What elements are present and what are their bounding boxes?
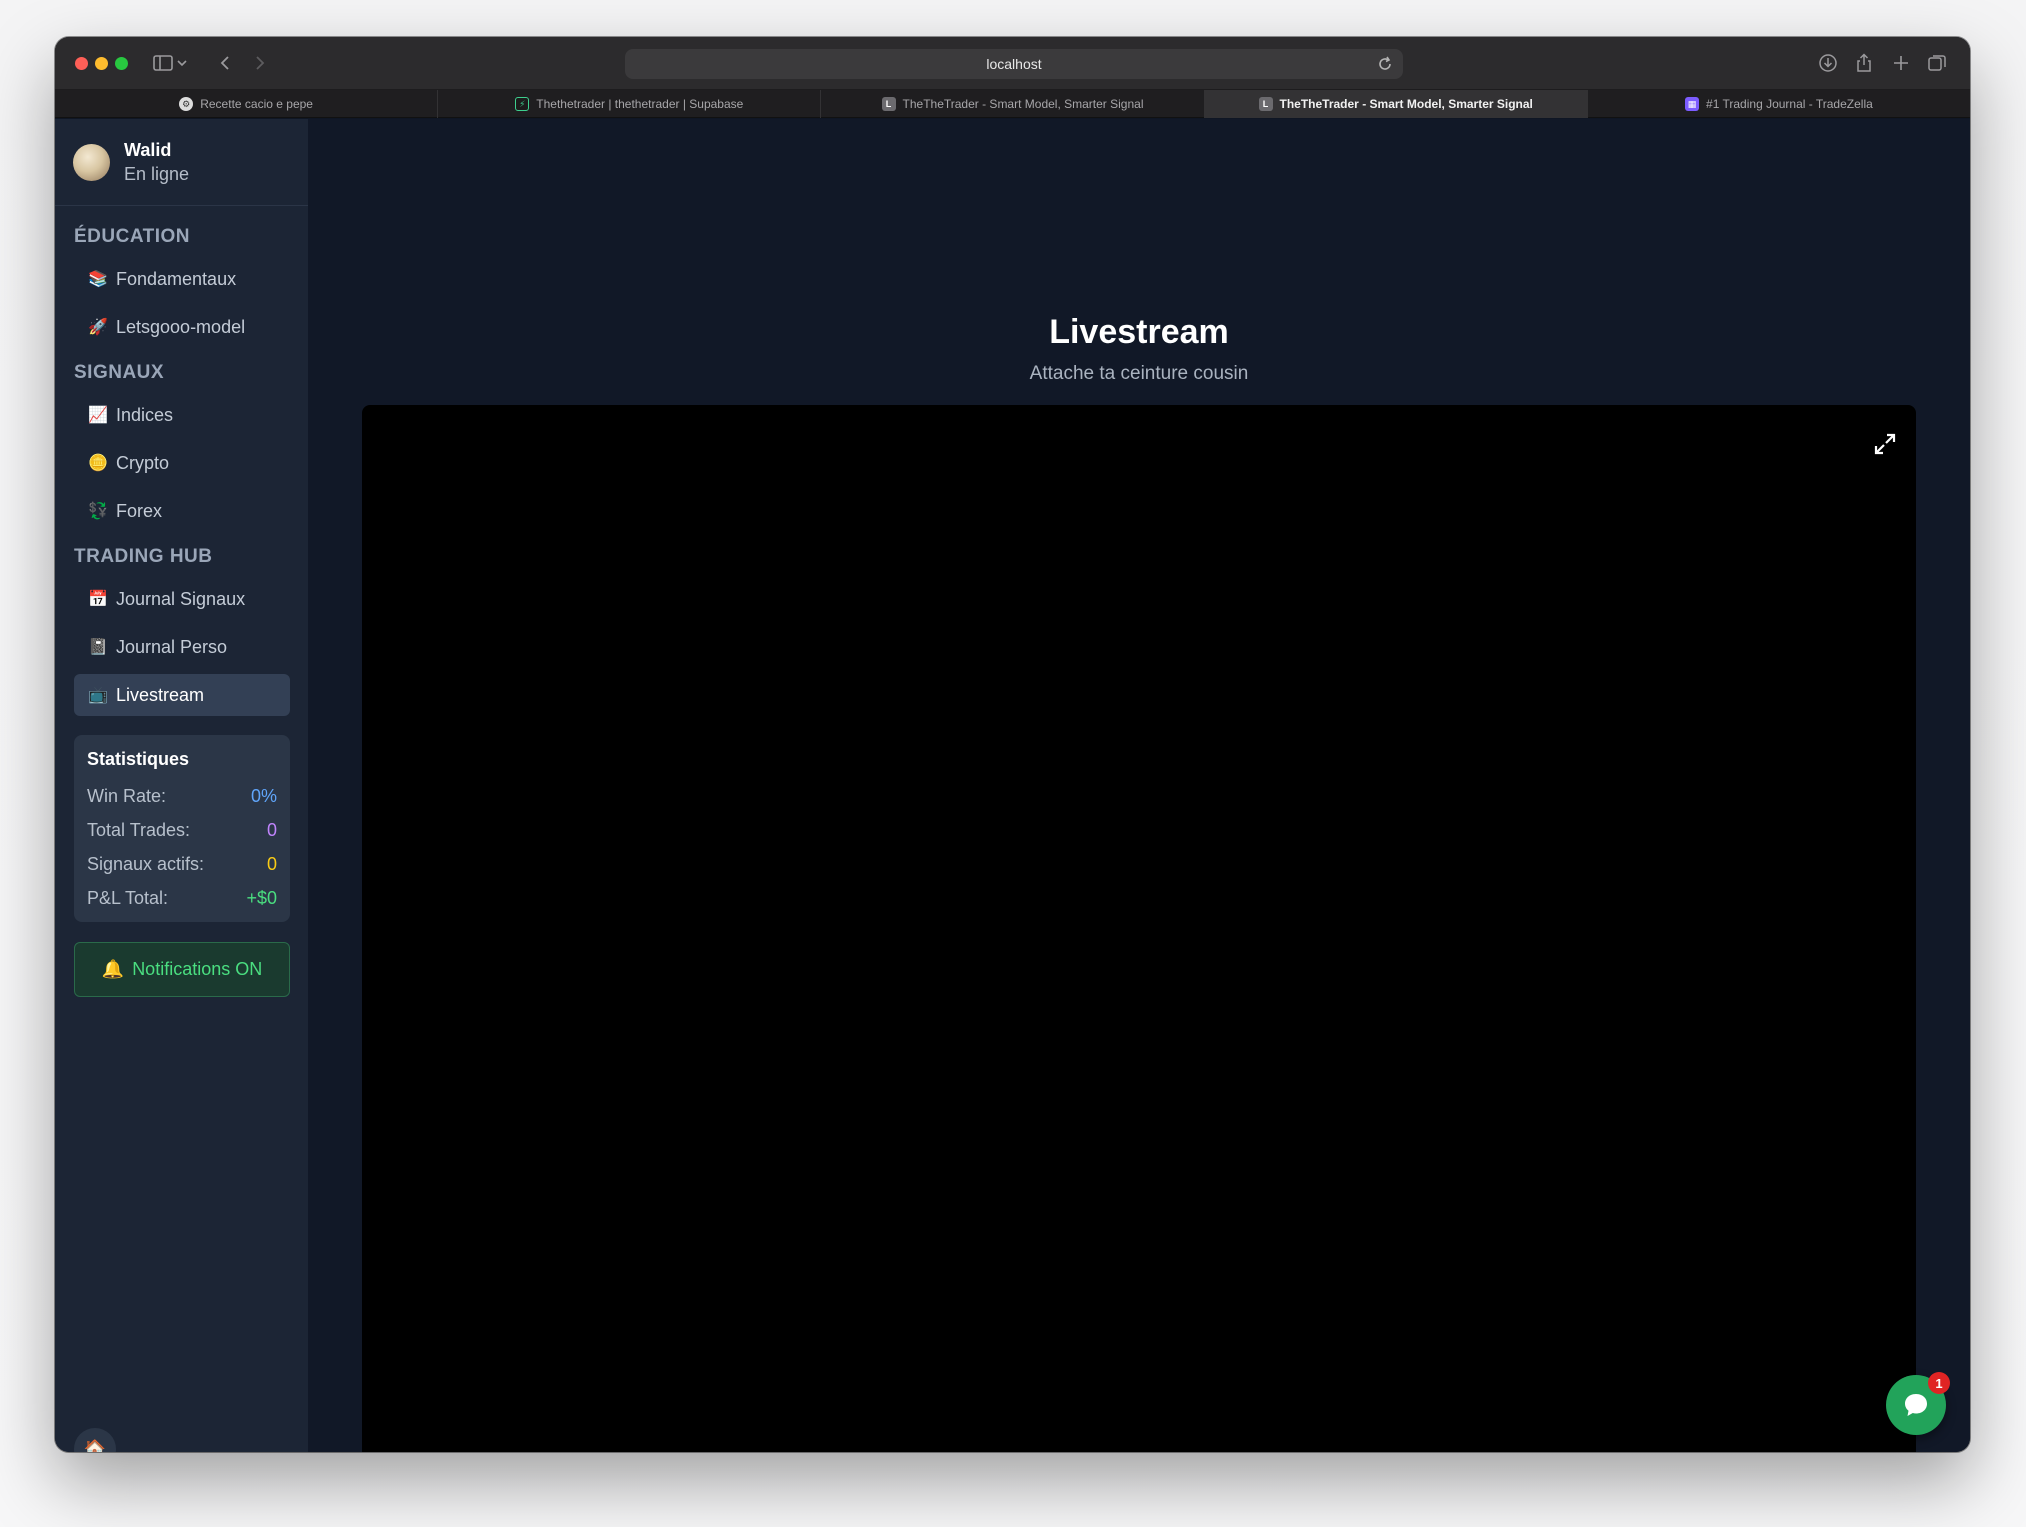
tab-label: #1 Trading Journal - TradeZella	[1706, 97, 1873, 111]
stat-label: P&L Total:	[87, 887, 169, 908]
coin-icon: 🪙	[88, 455, 108, 472]
sidebar-item-label: Indices	[116, 404, 174, 425]
letter-l-icon: L	[881, 97, 896, 111]
download-icon[interactable]	[1816, 51, 1840, 75]
forward-icon[interactable]	[248, 51, 272, 75]
tab-thethetrader[interactable]: L TheTheTrader - Smart Model, Smarter Si…	[821, 90, 1205, 118]
main-content: Livestream Attache ta ceinture cousin	[308, 119, 1970, 1452]
rocket-icon: 🚀	[88, 319, 108, 336]
home-button[interactable]: 🏠	[74, 1428, 116, 1452]
profile-status: En ligne	[124, 163, 190, 184]
share-icon[interactable]	[1852, 51, 1876, 75]
tab-tradezella[interactable]: ▦ #1 Trading Journal - TradeZella	[1588, 90, 1970, 118]
fullscreen-icon[interactable]	[1874, 433, 1896, 455]
calendar-icon: 📅	[88, 591, 108, 608]
sidebar-item-crypto[interactable]: 🪙 Crypto	[74, 442, 290, 484]
browser-titlebar: localhost	[55, 37, 1970, 90]
sidebar-item-journal-signaux[interactable]: 📅 Journal Signaux	[74, 578, 290, 620]
home-icon: 🏠	[83, 1438, 107, 1453]
sidebar-item-indices[interactable]: 📈 Indices	[74, 394, 290, 436]
stat-row-total-trades: Total Trades: 0	[87, 813, 277, 847]
address-bar[interactable]: localhost	[625, 49, 1403, 79]
sidebar-item-journal-perso[interactable]: 📓 Journal Perso	[74, 626, 290, 668]
chat-bubble-icon	[1905, 1394, 1927, 1416]
sidebar-item-label: Journal Signaux	[116, 588, 246, 609]
sidebar-item-fondamentaux[interactable]: 📚 Fondamentaux	[74, 258, 290, 300]
sidebar-item-label: Journal Perso	[116, 636, 228, 657]
sidebar-item-label: Fondamentaux	[116, 268, 237, 289]
notifications-label: Notifications ON	[132, 959, 263, 979]
tradezella-icon: ▦	[1685, 97, 1700, 111]
stat-label: Win Rate:	[87, 785, 167, 806]
reload-icon[interactable]	[1375, 54, 1395, 74]
books-icon: 📚	[88, 271, 108, 288]
letter-l-icon: L	[1258, 97, 1273, 111]
stat-label: Total Trades:	[87, 819, 191, 840]
chevron-down-icon[interactable]	[175, 51, 189, 75]
notifications-toggle-button[interactable]: 🔔 Notifications ON	[74, 942, 290, 997]
sidebar-item-livestream[interactable]: 📺 Livestream	[74, 674, 290, 716]
chat-unread-badge: 1	[1928, 1372, 1950, 1394]
livestream-player[interactable]	[362, 405, 1916, 1452]
tab-recette[interactable]: ⚙ Recette cacio e pepe	[55, 90, 439, 118]
url-text: localhost	[986, 56, 1042, 72]
stat-label: Signaux actifs:	[87, 853, 205, 874]
sidebar: Walid En ligne ÉDUCATION 📚 Fondamentaux …	[55, 119, 308, 1452]
tab-thethetrader-active[interactable]: L TheTheTrader - Smart Model, Smarter Si…	[1204, 90, 1588, 118]
section-title-trading-hub: TRADING HUB	[74, 546, 213, 567]
section-title-signaux: SIGNAUX	[74, 362, 165, 383]
supabase-icon: ⚡	[515, 97, 530, 111]
sidebar-toggle-icon[interactable]	[151, 51, 175, 75]
tab-overview-icon[interactable]	[1925, 51, 1949, 75]
tv-icon: 📺	[88, 687, 108, 704]
stat-value: 0	[266, 819, 277, 840]
profile-name: Walid	[124, 139, 172, 160]
currency-exchange-icon: 💱	[88, 503, 108, 520]
zoom-window-button[interactable]	[115, 57, 128, 70]
chart-up-icon: 📈	[88, 407, 108, 424]
close-window-button[interactable]	[75, 57, 88, 70]
avatar	[73, 143, 110, 181]
section-title-education: ÉDUCATION	[74, 226, 191, 247]
gear-icon: ⚙	[179, 97, 194, 111]
stats-panel: Statistiques Win Rate: 0% Total Trades: …	[74, 735, 290, 922]
minimize-window-button[interactable]	[95, 57, 108, 70]
tab-label: TheTheTrader - Smart Model, Smarter Sign…	[1279, 97, 1533, 111]
sidebar-item-letsgooo-model[interactable]: 🚀 Letsgooo-model	[74, 306, 290, 348]
browser-window: localhost ⚙ Recette cacio e pepe ⚡ Theth…	[55, 37, 1970, 1452]
bell-icon: 🔔	[101, 959, 125, 979]
stat-row-active-signals: Signaux actifs: 0	[87, 847, 277, 881]
user-profile[interactable]: Walid En ligne	[55, 119, 308, 206]
back-icon[interactable]	[213, 51, 237, 75]
stat-row-win-rate: Win Rate: 0%	[87, 779, 277, 813]
sidebar-item-label: Crypto	[116, 452, 170, 473]
page-subtitle: Attache ta ceinture cousin	[1029, 363, 1249, 384]
new-tab-icon[interactable]	[1889, 51, 1913, 75]
stat-value: 0	[266, 853, 277, 874]
stat-row-pnl-total: P&L Total: +$0	[87, 881, 277, 915]
sidebar-item-label: Forex	[116, 500, 163, 521]
stat-value: 0%	[250, 785, 277, 806]
tab-label: TheTheTrader - Smart Model, Smarter Sign…	[902, 97, 1144, 111]
sidebar-item-forex[interactable]: 💱 Forex	[74, 490, 290, 532]
tab-supabase[interactable]: ⚡ Thethetrader | thethetrader | Supabase	[438, 90, 822, 118]
notebook-icon: 📓	[88, 639, 108, 656]
tab-label: Recette cacio e pepe	[200, 97, 313, 111]
page-title: Livestream	[1049, 313, 1229, 351]
sidebar-item-label: Livestream	[116, 684, 205, 705]
sidebar-item-label: Letsgooo-model	[116, 316, 246, 337]
tab-label: Thethetrader | thethetrader | Supabase	[536, 97, 744, 111]
tab-bar: ⚙ Recette cacio e pepe ⚡ Thethetrader | …	[55, 90, 1970, 118]
stats-title: Statistiques	[87, 749, 190, 769]
stat-value: +$0	[246, 887, 277, 908]
